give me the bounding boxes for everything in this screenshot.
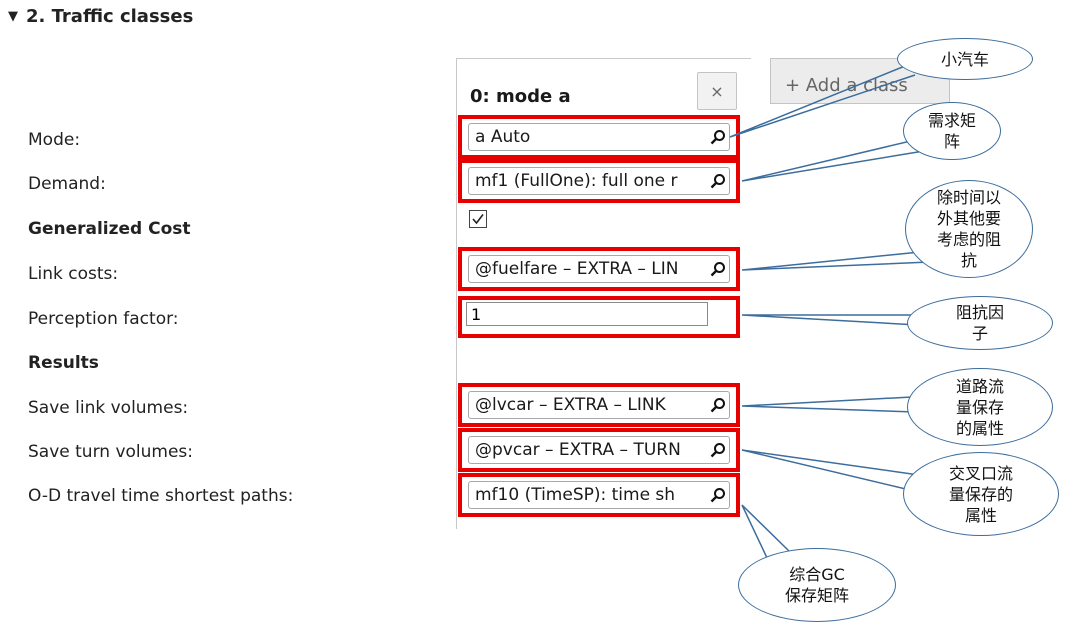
car-callout-tail: [729, 65, 916, 138]
other-costs-callout-text: 除时间以 外其他要 考虑的阻 抗: [936, 188, 1001, 270]
demand-matrix-callout: 需求矩 阵: [903, 102, 1001, 160]
perception-factor-callout: 阻抗因 子: [907, 296, 1053, 350]
gc-matrix-callout-text: 综合GC 保存矩阵: [784, 565, 849, 605]
demand-matrix-callout-text: 需求矩 阵: [927, 111, 976, 151]
turn-volume-attr-callout-text: 交叉口流 量保存的 属性: [948, 463, 1013, 525]
link-volume-attr-callout: 道路流 量保存 的属性: [907, 368, 1053, 446]
demand-callout-tail: [741, 139, 931, 182]
perception-callout-tail: [741, 314, 919, 326]
link-volume-attr-callout-text: 道路流 量保存 的属性: [955, 376, 1004, 438]
link-volume-callout-tail: [741, 396, 916, 413]
perception-factor-callout-text: 阻抗因 子: [955, 303, 1004, 343]
other-costs-callout: 除时间以 外其他要 考虑的阻 抗: [905, 180, 1033, 278]
car-callout-text: 小汽车: [940, 49, 989, 69]
turn-volume-attr-callout: 交叉口流 量保存的 属性: [903, 452, 1059, 536]
gc-matrix-callout: 综合GC 保存矩阵: [738, 548, 896, 622]
other-costs-callout-tail: [741, 251, 931, 271]
car-callout: 小汽车: [897, 38, 1033, 80]
